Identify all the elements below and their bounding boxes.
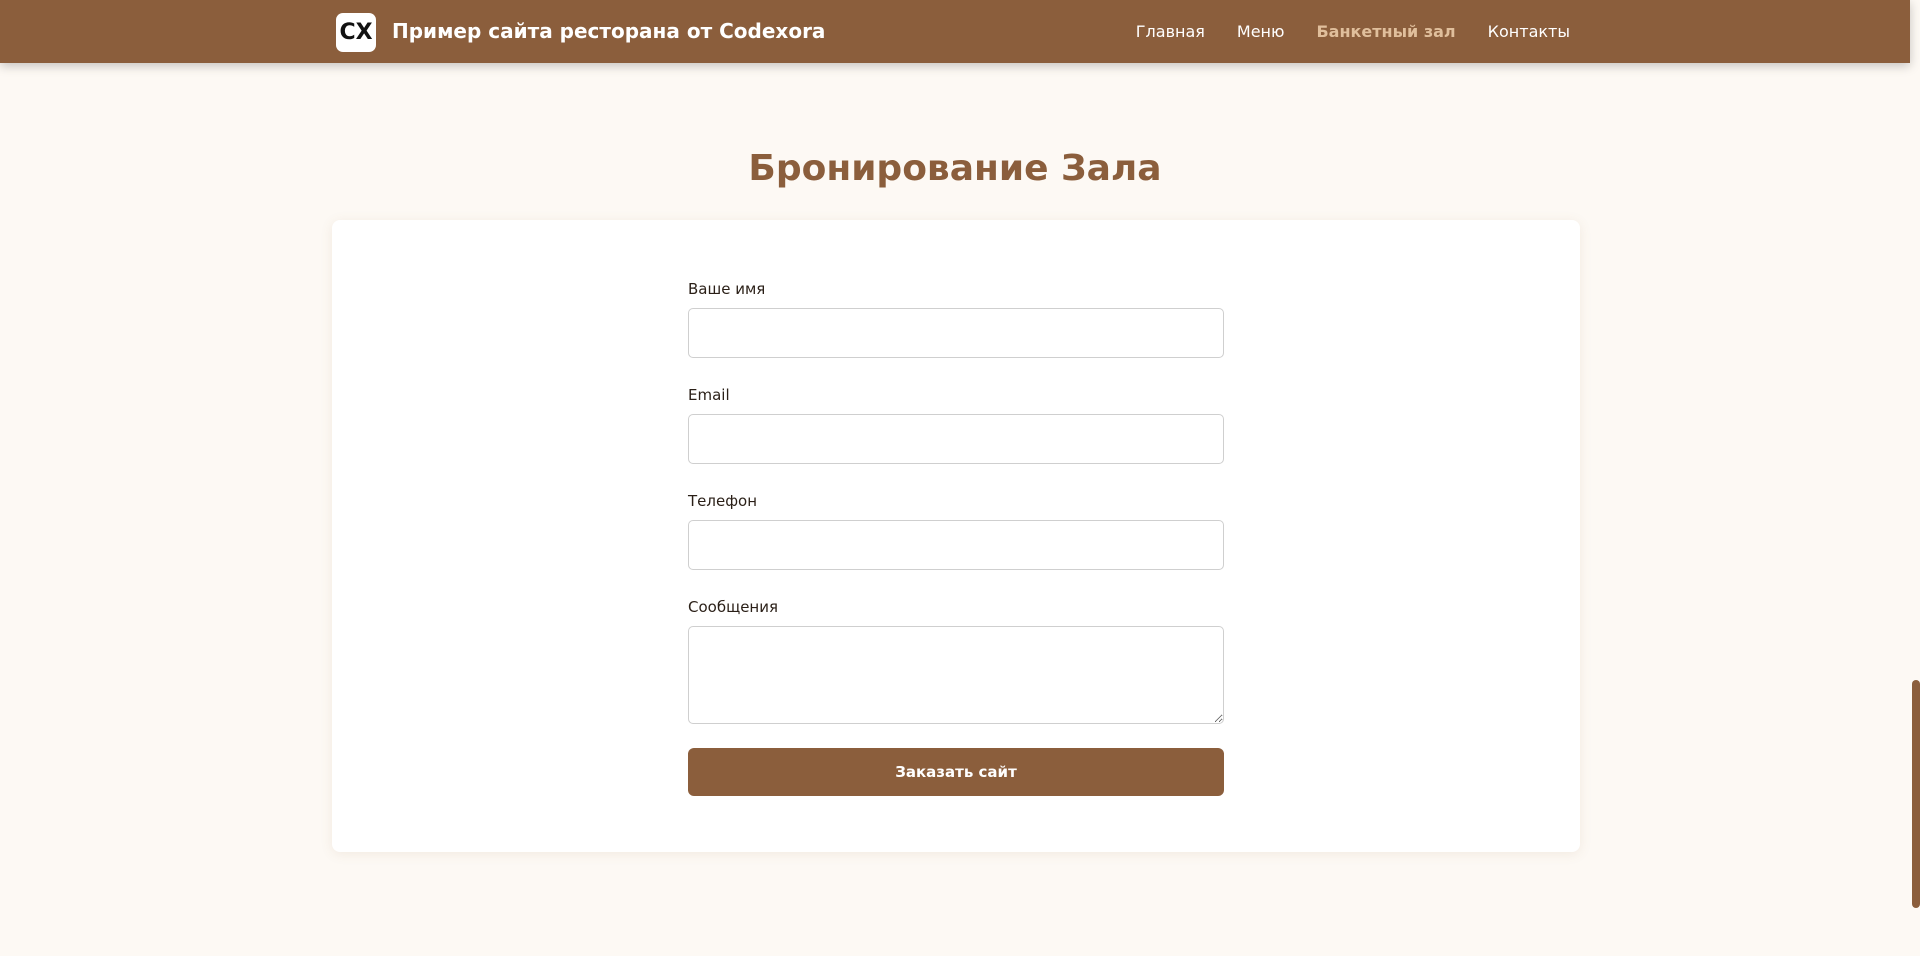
nav-link-contacts[interactable]: Контакты (1488, 22, 1570, 41)
page-title: Бронирование Зала (748, 148, 1162, 189)
page-scrollbar-thumb[interactable] (1912, 680, 1920, 908)
booking-form-card: Ваше имя Email Телефон Сообщения Заказат… (332, 220, 1580, 852)
email-input[interactable] (688, 414, 1224, 464)
nav-link-menu[interactable]: Меню (1237, 22, 1285, 41)
nav-link-banquet-hall[interactable]: Банкетный зал (1316, 22, 1455, 41)
name-label: Ваше имя (688, 280, 766, 298)
email-label: Email (688, 386, 730, 404)
phone-input[interactable] (688, 520, 1224, 570)
logo-badge[interactable]: CX (336, 13, 376, 52)
site-title[interactable]: Пример сайта ресторана от Codexora (392, 19, 825, 43)
main-nav: Главная Меню Банкетный зал Контакты (1136, 22, 1570, 41)
name-input[interactable] (688, 308, 1224, 358)
site-header: CX Пример сайта ресторана от Codexora Гл… (0, 0, 1910, 63)
message-label: Сообщения (688, 598, 779, 616)
message-textarea[interactable] (688, 626, 1224, 724)
phone-label: Телефон (688, 492, 758, 510)
submit-button[interactable]: Заказать сайт (688, 748, 1224, 796)
nav-link-home[interactable]: Главная (1136, 22, 1205, 41)
logo-text: CX (339, 20, 373, 45)
